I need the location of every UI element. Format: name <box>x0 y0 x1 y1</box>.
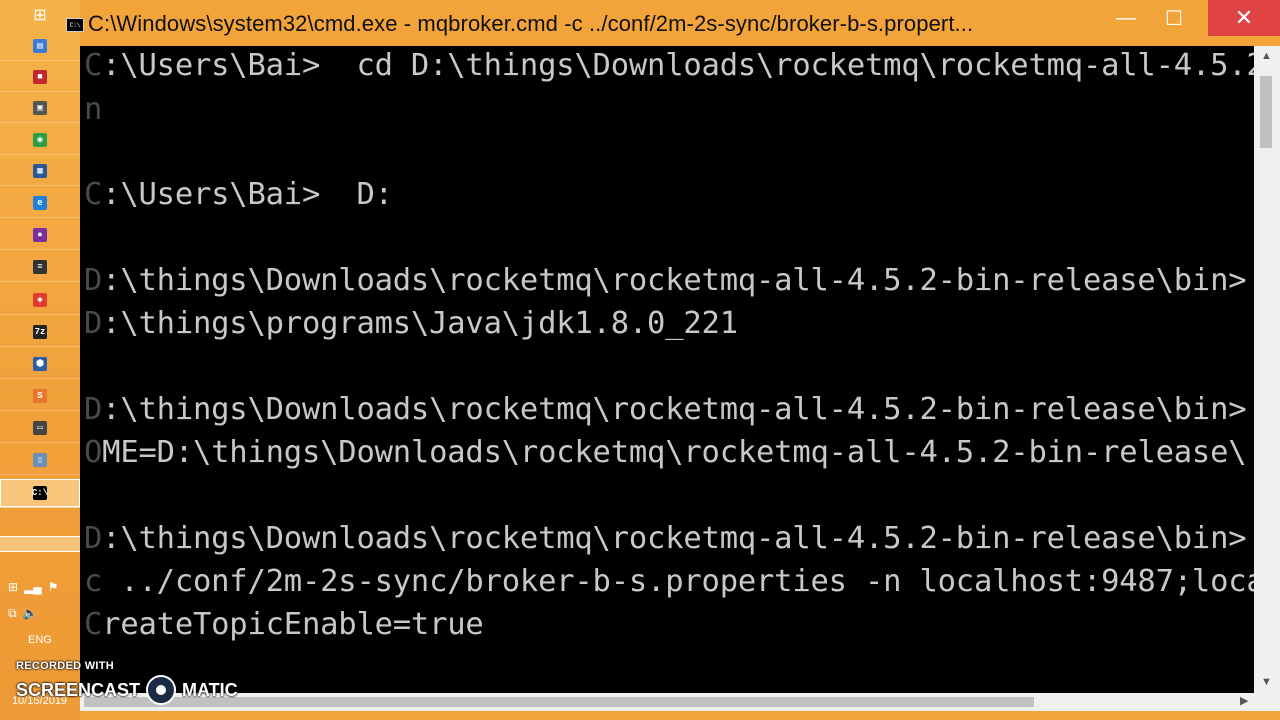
tray-row-1: ⊞ ▂▄ ⚑ <box>8 580 59 594</box>
console-line: C:\Users\Bai> cd D:\things\Downloads\roc… <box>84 48 1254 84</box>
taskbar-item[interactable]: ≡ <box>0 253 80 282</box>
screencast-logo-icon <box>146 675 177 705</box>
virtualbox-icon: ⬢ <box>33 357 47 371</box>
document-icon: ▦ <box>33 164 47 178</box>
terminal-window-icon: ▭ <box>33 421 47 435</box>
maximize-button[interactable]: ☐ <box>1148 0 1200 36</box>
maximize-icon: ☐ <box>1165 7 1183 30</box>
taskbar-item[interactable]: e <box>0 189 80 218</box>
notification-icon[interactable]: ⚑ <box>48 580 59 594</box>
window-title: C:\Windows\system32\cmd.exe - mqbroker.c… <box>88 11 974 36</box>
language-indicator[interactable]: ENG <box>28 634 52 646</box>
circle-app-icon: ● <box>33 228 47 242</box>
taskbar-item[interactable]: ▣ <box>0 94 80 123</box>
sublime-icon: S <box>33 389 47 403</box>
watermark-brand-right: MATIC <box>182 679 238 700</box>
network-icon[interactable]: ⧉ <box>8 606 17 621</box>
console-line: D:\things\Downloads\rocketmq\rocketmq-al… <box>84 263 1247 299</box>
taskbar-item[interactable]: S <box>0 382 80 411</box>
horizontal-scrollbar[interactable]: ▶ <box>80 693 1254 711</box>
console-line: C:\Users\Bai> D: <box>84 177 393 213</box>
console-line-prefix: D <box>84 521 103 556</box>
console-line-prefix: n <box>84 92 103 127</box>
console-line: D:\things\Downloads\rocketmq\rocketmq-al… <box>84 392 1247 428</box>
taskbar-item[interactable]: ▤ <box>0 32 80 61</box>
media-app-icon: ■ <box>33 70 47 84</box>
console-line-prefix: c <box>84 564 103 599</box>
cmd-icon: C:\ <box>31 486 49 500</box>
taskbar-item[interactable]: ■ <box>0 63 80 92</box>
console-line-prefix: D <box>84 263 103 298</box>
vertical-scroll-thumb[interactable] <box>1260 76 1272 148</box>
console-line-text: :\things\Downloads\rocketmq\rocketmq-all… <box>102 521 1247 556</box>
taskbar-item[interactable]: ● <box>0 221 80 250</box>
console-line-text: :\things\Downloads\rocketmq\rocketmq-all… <box>102 263 1247 298</box>
console-line-prefix: O <box>84 435 103 470</box>
title-bar[interactable]: C:\ C:\Windows\system32\cmd.exe - mqbrok… <box>66 0 1280 46</box>
console-line-prefix: C <box>84 607 103 642</box>
console-line-text: :\Users\Bai> cd D:\things\Downloads\rock… <box>102 48 1254 83</box>
console-line: D:\things\programs\Java\jdk1.8.0_221 <box>84 306 738 342</box>
console-line-prefix: C <box>84 177 103 212</box>
scroll-right-icon[interactable]: ▶ <box>1240 694 1248 707</box>
cmd-window: C:\ C:\Windows\system32\cmd.exe - mqbrok… <box>66 0 1280 720</box>
tray-row-2: ⧉ 🔈 <box>8 606 38 621</box>
console-line: n <box>84 92 102 128</box>
console-line: c ../conf/2m-2s-sync/broker-b-s.properti… <box>84 564 1254 600</box>
console-output[interactable]: C:\Users\Bai> cd D:\things\Downloads\roc… <box>80 46 1254 693</box>
console-line-text: ME=D:\things\Downloads\rocketmq\rocketmq… <box>102 435 1247 470</box>
console-line-prefix: C <box>84 48 103 83</box>
taskbar-item[interactable]: C:\ <box>0 479 80 508</box>
clipboard-icon: ▯ <box>33 453 47 467</box>
file-explorer-icon: ▤ <box>33 39 47 53</box>
signal-icon[interactable]: ▂▄ <box>24 580 42 594</box>
windows-start-icon[interactable]: ⊞ <box>28 4 52 26</box>
7zip-icon: 7z <box>33 325 47 339</box>
red-app-icon: ◆ <box>33 293 47 307</box>
scroll-down-icon[interactable]: ▼ <box>1261 676 1272 688</box>
taskbar-item[interactable]: ◉ <box>0 126 80 155</box>
internet-explorer-icon: e <box>33 196 47 210</box>
watermark-recorded-with: RECORDED WITH <box>16 660 115 672</box>
taskbar-item[interactable]: ▯ <box>0 446 80 475</box>
minimize-button[interactable]: — <box>1100 0 1152 36</box>
taskbar: ⊞ ▤ ■ ▣ ◉ ▦ e ● ≡ ◆ 7z ⬢ S ▭ ▯ C:\ ⊞ ▂▄ ⚑ ⧉ 🔈 ENG 10/1… <box>0 0 82 720</box>
taskbar-item[interactable]: 7z <box>0 318 80 347</box>
console-line-text: :\things\programs\Java\jdk1.8.0_221 <box>102 306 738 341</box>
console-line: CreateTopicEnable=true <box>84 607 484 643</box>
taskbar-item[interactable]: ◆ <box>0 286 80 315</box>
app-window-icon: ▣ <box>33 101 47 115</box>
scrollbar-corner <box>1254 693 1280 711</box>
close-button[interactable]: ✕ <box>1208 0 1280 36</box>
taskbar-item[interactable]: ▦ <box>0 157 80 186</box>
console-line: OME=D:\things\Downloads\rocketmq\rocketm… <box>84 435 1247 471</box>
console-line-prefix: D <box>84 392 103 427</box>
console-line-prefix: D <box>84 306 103 341</box>
console-line-text: :\things\Downloads\rocketmq\rocketmq-all… <box>102 392 1247 427</box>
taskbar-item[interactable]: ▭ <box>0 414 80 443</box>
chrome-icon: ◉ <box>33 133 47 147</box>
close-icon: ✕ <box>1234 5 1254 30</box>
taskbar-item[interactable]: ⬢ <box>0 350 80 379</box>
volume-icon[interactable]: 🔈 <box>23 606 38 621</box>
scroll-up-icon[interactable]: ▲ <box>1261 50 1272 62</box>
console-line-text: ../conf/2m-2s-sync/broker-b-s.properties… <box>102 564 1254 599</box>
watermark-brand-left: SCREENCAST <box>16 679 141 700</box>
stripe-app-icon: ≡ <box>33 260 47 274</box>
windows-start-icon[interactable]: ⊞ <box>8 580 18 594</box>
console-line-text: reateTopicEnable=true <box>102 607 484 642</box>
minimize-icon: — <box>1116 6 1136 29</box>
taskbar-scrollbar[interactable] <box>0 536 80 552</box>
console-line: D:\things\Downloads\rocketmq\rocketmq-al… <box>84 521 1247 557</box>
screencast-watermark: RECORDED WITH SCREENCAST MATIC <box>16 660 238 705</box>
vertical-scrollbar[interactable]: ▲ ▼ <box>1254 46 1280 693</box>
console-line-text: :\Users\Bai> D: <box>102 177 393 212</box>
cmd-icon[interactable]: C:\ <box>66 18 84 32</box>
